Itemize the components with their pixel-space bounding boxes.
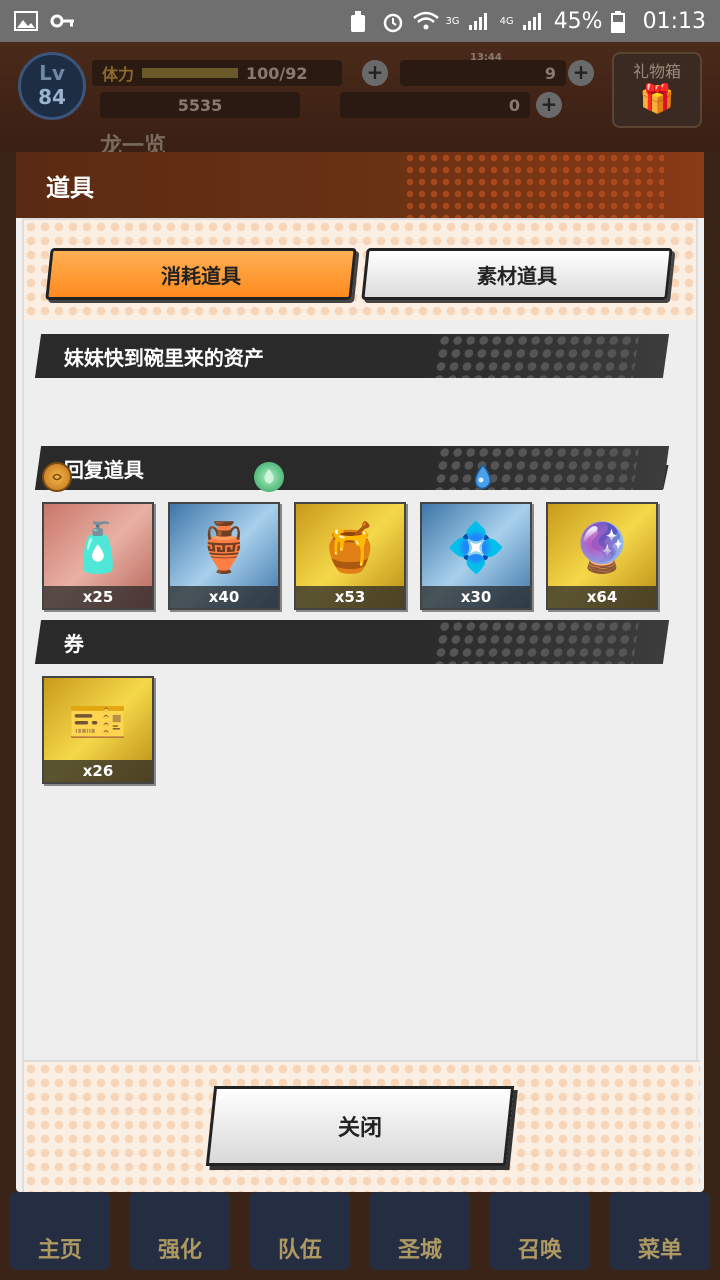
wifi-icon — [413, 11, 440, 31]
item-jewel-box[interactable]: 🔮 x64 — [546, 502, 658, 610]
energy-value: 9 — [544, 63, 556, 83]
stamina-value: 100/92 — [246, 63, 308, 83]
item-quantity: x40 — [170, 586, 278, 608]
key-icon — [50, 11, 74, 31]
tab-consumables[interactable]: 消耗道具 — [45, 248, 357, 300]
gift-box-button[interactable]: 礼物箱 🎁 — [612, 52, 702, 128]
level-value: 84 — [38, 85, 66, 109]
gallery-icon — [14, 11, 38, 31]
character-ticket-icon: 🎫 — [68, 694, 128, 750]
magic-carpet-icon: 💠 — [446, 520, 506, 576]
close-button-label: 关闭 — [337, 1116, 382, 1141]
energy-timer: 13:44 — [470, 52, 502, 63]
alarm-icon — [381, 11, 405, 33]
item-quantity: x30 — [422, 586, 530, 608]
dialog-footer: 关闭 — [24, 1060, 700, 1192]
dialog-body: 消耗道具 素材道具 妹妹快到碗里来的资产 2239049 291671 — [22, 218, 700, 1192]
ticket-items-row: 🎫 x26 — [42, 676, 154, 784]
section-dot-pattern — [432, 334, 640, 378]
item-quantity: x25 — [44, 586, 152, 608]
bottom-nav: 主页 强化 队伍 圣城 召唤 菜单 — [0, 1192, 720, 1280]
stamina-label: 体力 — [102, 65, 135, 84]
level-badge: Lv 84 — [18, 52, 86, 120]
ticket-section-title: 券 — [64, 631, 84, 656]
add-tickets-button[interactable]: + — [536, 92, 562, 118]
item-character-ticket[interactable]: 🎫 x26 — [42, 676, 154, 784]
add-stamina-button[interactable]: + — [362, 60, 388, 86]
tickets-bar: 0 — [340, 92, 530, 118]
potion-bottle-icon: 🧴 — [68, 520, 128, 576]
item-honey-pot[interactable]: 🏺 x40 — [168, 502, 280, 610]
section-dot-pattern — [432, 446, 640, 490]
header-dot-pattern — [404, 152, 664, 218]
recovery-section-header: 回复道具 — [34, 446, 670, 490]
nav-home[interactable]: 主页 — [10, 1192, 110, 1270]
tab-materials-label: 素材道具 — [477, 263, 557, 288]
dialog-header: 道具 — [16, 152, 704, 218]
battery-icon — [610, 11, 635, 33]
energy-bar: 13:44 9 — [400, 52, 566, 86]
signal-icon — [468, 11, 492, 31]
blue-drop-icon — [468, 462, 498, 492]
recovery-items-row: 🧴 x25 🏺 x40 🍯 x53 💠 x30 🔮 x64 — [42, 502, 658, 610]
item-golden-honey-pot[interactable]: 🍯 x53 — [294, 502, 406, 610]
tickets-value: 0 — [508, 95, 520, 115]
items-dialog: 道具 消耗道具 素材道具 妹妹快到碗里来的资产 2239049 — [16, 152, 704, 1192]
battery-percent: 45% — [553, 8, 603, 34]
item-quantity: x64 — [548, 586, 656, 608]
jewel-box-icon: 🔮 — [572, 520, 632, 576]
nav-holy-city[interactable]: 圣城 — [370, 1192, 470, 1270]
network-4g-label: 4G — [499, 15, 514, 27]
signal-icon — [522, 11, 546, 31]
dialog-title: 道具 — [46, 174, 94, 202]
assets-section-header: 妹妹快到碗里来的资产 — [34, 334, 670, 378]
recycle-icon — [349, 11, 373, 32]
gems-value: 5535 — [177, 95, 223, 115]
clock: 01:13 — [642, 8, 706, 34]
golden-honey-pot-icon: 🍯 — [320, 520, 380, 576]
recovery-section-title: 回复道具 — [64, 457, 144, 482]
gems-bar: 5535 — [100, 92, 300, 118]
gift-box-label: 礼物箱 — [632, 62, 681, 81]
ticket-section-header: 券 — [34, 620, 670, 664]
nav-summon[interactable]: 召唤 — [490, 1192, 590, 1270]
section-dot-pattern — [432, 620, 640, 664]
green-flame-icon — [254, 462, 284, 492]
item-quantity: x53 — [296, 586, 404, 608]
add-energy-button[interactable]: + — [568, 60, 594, 86]
item-quantity: x26 — [44, 760, 152, 782]
nav-team[interactable]: 队伍 — [250, 1192, 350, 1270]
network-3g-label: 3G — [445, 15, 460, 27]
level-label: Lv — [39, 61, 65, 85]
gift-icon: 🎁 — [639, 82, 675, 115]
item-potion-bottle[interactable]: 🧴 x25 — [42, 502, 154, 610]
status-bar: 3G 4G 45% 01:13 — [0, 0, 720, 42]
gold-coin-icon — [42, 462, 72, 492]
tab-materials[interactable]: 素材道具 — [361, 248, 673, 300]
item-magic-carpet[interactable]: 💠 x30 — [420, 502, 532, 610]
stamina-fill — [142, 68, 239, 78]
assets-section-title: 妹妹快到碗里来的资产 — [64, 345, 264, 370]
close-button[interactable]: 关闭 — [205, 1086, 515, 1166]
stamina-bar: 体力 100/92 — [92, 60, 342, 86]
nav-upgrade[interactable]: 强化 — [130, 1192, 230, 1270]
nav-menu[interactable]: 菜单 — [610, 1192, 710, 1270]
honey-pot-icon: 🏺 — [194, 520, 254, 576]
tab-consumables-label: 消耗道具 — [161, 263, 241, 288]
tab-strip: 消耗道具 素材道具 — [24, 220, 696, 320]
